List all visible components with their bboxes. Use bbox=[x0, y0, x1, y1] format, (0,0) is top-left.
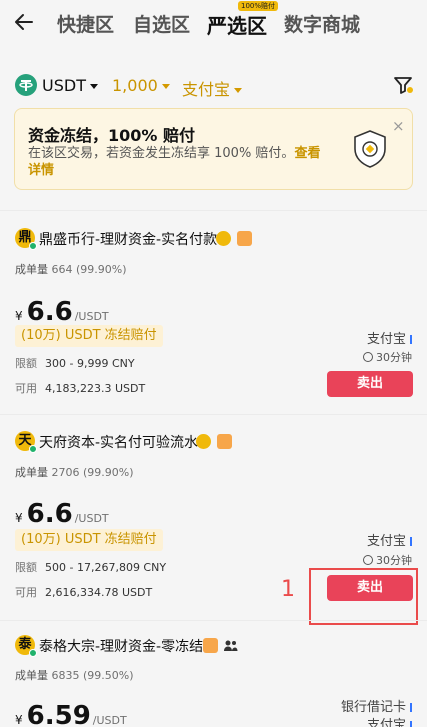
stats-value: 6835 (99.50%) bbox=[51, 669, 134, 682]
payment-method: 支付宝 bbox=[367, 328, 412, 347]
ad-card: 鼎 鼎盛币行-理财资金-实名付款 成单量 664 (99.90%) ¥6.6/U… bbox=[0, 211, 427, 414]
verified-badge-icon bbox=[196, 434, 211, 449]
stats-label: 成单量 bbox=[15, 263, 48, 276]
amount-selector[interactable]: 1,000 bbox=[112, 76, 170, 95]
usdt-coin-icon bbox=[15, 74, 37, 96]
limit-value: 300 - 9,999 CNY bbox=[45, 357, 135, 370]
payment-method-marker bbox=[410, 537, 412, 546]
limit-row: 限额 500 - 17,267,809 CNY bbox=[15, 559, 166, 575]
merchant-name[interactable]: 泰格大宗-理财资金-零冻结 bbox=[39, 636, 203, 656]
merchant-shield-icon bbox=[203, 638, 218, 653]
close-icon[interactable]: × bbox=[392, 117, 405, 135]
available-label: 可用 bbox=[15, 586, 37, 599]
price-row: ¥6.6/USDT bbox=[15, 499, 109, 529]
annotation-number: 1 bbox=[281, 577, 295, 602]
clock-icon bbox=[363, 352, 373, 362]
back-arrow-icon[interactable] bbox=[12, 10, 36, 34]
verified-badge-icon bbox=[216, 231, 231, 246]
price: 6.6 bbox=[26, 297, 73, 327]
payment-time-value: 30分钟 bbox=[376, 554, 412, 567]
payment-method-label: 银行借记卡 bbox=[340, 700, 406, 715]
stats-value: 2706 (99.90%) bbox=[51, 466, 134, 479]
stats-label: 成单量 bbox=[15, 669, 48, 682]
top-bar: 快捷区 自选区 严选区 100%赔付 数字商城 bbox=[0, 0, 427, 50]
price-unit: /USDT bbox=[74, 512, 109, 525]
tab-selected-badge: 100%赔付 bbox=[238, 1, 279, 11]
online-status-dot bbox=[29, 445, 37, 453]
amount-label: 1,000 bbox=[112, 76, 158, 95]
compensation-banner: 资金冻结，100% 赔付 在该区交易，若资金发生冻结享 100% 赔付。查看详情… bbox=[14, 108, 413, 190]
banner-description: 在该区交易，若资金发生冻结享 100% 赔付。 bbox=[28, 146, 295, 161]
available-row: 可用 2,616,334.78 USDT bbox=[15, 584, 152, 600]
available-value: 2,616,334.78 USDT bbox=[45, 586, 153, 599]
price-unit: /USDT bbox=[74, 310, 109, 323]
payment-method-label: 支付宝 bbox=[366, 332, 406, 347]
merchant-shield-icon bbox=[217, 434, 232, 449]
shield-icon bbox=[354, 130, 386, 168]
merchant-shield-icon bbox=[237, 231, 252, 246]
payment-time-value: 30分钟 bbox=[376, 351, 412, 364]
online-status-dot bbox=[29, 242, 37, 250]
price-unit: /USDT bbox=[92, 714, 127, 727]
payment-method: 支付宝 bbox=[367, 530, 412, 549]
clock-icon bbox=[363, 555, 373, 565]
filter-bar: USDT 1,000 支付宝 bbox=[0, 66, 427, 104]
currency-symbol: ¥ bbox=[15, 309, 23, 323]
payment-method: 支付宝 bbox=[367, 714, 412, 727]
payment-method-marker bbox=[410, 703, 412, 712]
payment-time: 30分钟 bbox=[363, 552, 412, 568]
ad-card: 泰 泰格大宗-理财资金-零冻结 成单量 6835 (99.50%) 银行借记卡 … bbox=[0, 621, 427, 727]
payment-method-marker bbox=[410, 721, 412, 727]
limit-row: 限额 300 - 9,999 CNY bbox=[15, 355, 135, 371]
payment-method: 银行借记卡 bbox=[341, 696, 412, 715]
coin-selector[interactable]: USDT bbox=[42, 76, 98, 95]
online-status-dot bbox=[29, 649, 37, 657]
tab-favorites[interactable]: 自选区 bbox=[133, 10, 190, 37]
chevron-down-icon bbox=[234, 88, 243, 93]
payment-label: 支付宝 bbox=[182, 80, 231, 99]
tab-quick[interactable]: 快捷区 bbox=[57, 10, 114, 37]
payment-selector[interactable]: 支付宝 bbox=[182, 76, 243, 100]
tab-selected[interactable]: 严选区 bbox=[207, 10, 267, 39]
chevron-down-icon bbox=[89, 84, 98, 89]
annotation-highlight-box bbox=[309, 568, 418, 625]
currency-symbol: ¥ bbox=[15, 713, 23, 727]
price-row: ¥6.59/USDT bbox=[15, 701, 127, 727]
sell-button[interactable]: 卖出 bbox=[327, 371, 413, 397]
price-row: ¥6.6/USDT bbox=[15, 297, 109, 327]
currency-symbol: ¥ bbox=[15, 511, 23, 525]
order-stats: 成单量 664 (99.90%) bbox=[15, 261, 127, 277]
banner-text: 在该区交易，若资金发生冻结享 100% 赔付。查看详情 bbox=[28, 145, 330, 179]
tab-digital-mall[interactable]: 数字商城 bbox=[284, 10, 360, 37]
filter-icon[interactable] bbox=[392, 74, 414, 96]
limit-label: 限额 bbox=[15, 561, 37, 574]
merchant-name[interactable]: 天府资本-实名付可验流水 bbox=[39, 432, 198, 452]
limit-label: 限额 bbox=[15, 357, 37, 370]
stats-label: 成单量 bbox=[15, 466, 48, 479]
available-row: 可用 4,183,223.3 USDT bbox=[15, 380, 145, 396]
order-stats: 成单量 2706 (99.90%) bbox=[15, 464, 134, 480]
chevron-down-icon bbox=[161, 84, 170, 89]
price: 6.6 bbox=[26, 499, 73, 529]
limit-value: 500 - 17,267,809 CNY bbox=[45, 561, 167, 574]
coin-label: USDT bbox=[42, 76, 86, 95]
banner-title: 资金冻结，100% 赔付 bbox=[28, 126, 196, 145]
payment-time: 30分钟 bbox=[363, 349, 412, 365]
user-group-icon bbox=[223, 638, 238, 653]
price: 6.59 bbox=[26, 701, 91, 727]
stats-value: 664 (99.90%) bbox=[51, 263, 127, 276]
compensation-tag: (10万) USDT 冻结赔付 bbox=[15, 325, 163, 347]
compensation-tag: (10万) USDT 冻结赔付 bbox=[15, 529, 163, 551]
payment-method-label: 支付宝 bbox=[366, 534, 406, 549]
merchant-name[interactable]: 鼎盛币行-理财资金-实名付款 bbox=[39, 229, 217, 249]
payment-method-label: 支付宝 bbox=[366, 718, 406, 727]
payment-method-marker bbox=[410, 335, 412, 344]
available-label: 可用 bbox=[15, 382, 37, 395]
available-value: 4,183,223.3 USDT bbox=[45, 382, 146, 395]
order-stats: 成单量 6835 (99.50%) bbox=[15, 667, 134, 683]
